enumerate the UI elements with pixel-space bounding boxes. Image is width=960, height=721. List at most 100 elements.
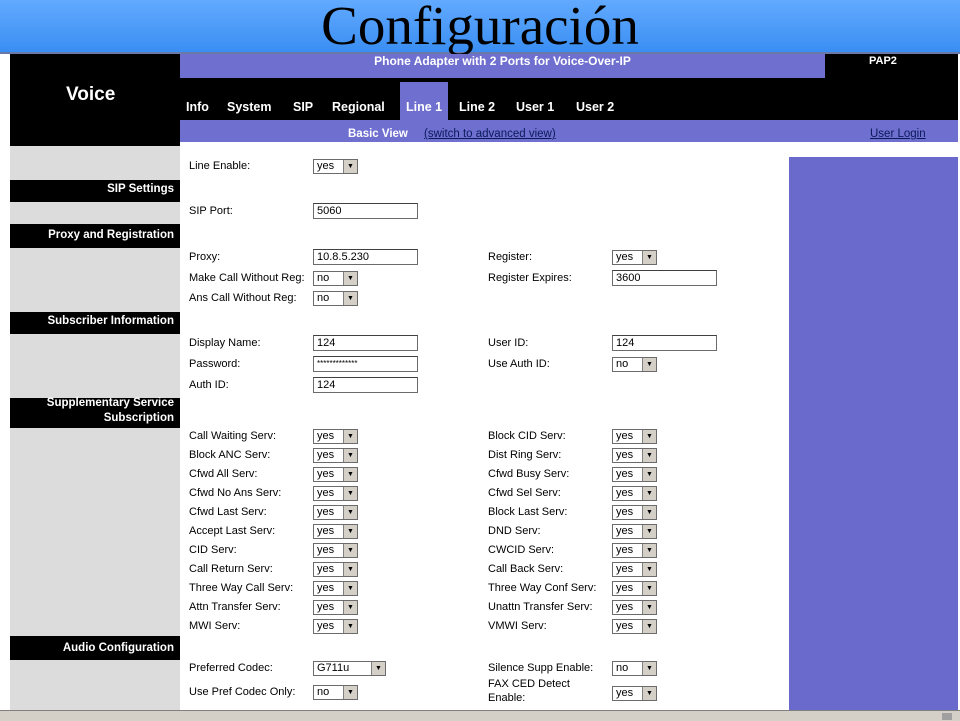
service-value: yes	[317, 430, 335, 442]
dropdown-arrow-icon: ▼	[343, 544, 357, 557]
service-label: Dist Ring Serv:	[488, 449, 562, 461]
make-call-without-reg-select[interactable]: no ▼	[313, 271, 358, 286]
section-audio-configuration: Audio Configuration	[62, 642, 174, 654]
preferred-codec-value: G711u	[317, 662, 350, 674]
service-select[interactable]: yes ▼	[612, 467, 657, 482]
service-select[interactable]: yes ▼	[612, 448, 657, 463]
dropdown-arrow-icon: ▼	[343, 563, 357, 576]
use-pref-codec-only-select[interactable]: no ▼	[313, 685, 358, 700]
tab-system[interactable]: System	[227, 100, 271, 114]
proxy-input[interactable]: 10.8.5.230	[313, 249, 418, 265]
ans-call-without-reg-label: Ans Call Without Reg:	[189, 292, 297, 304]
tab-regional[interactable]: Regional	[332, 100, 385, 114]
service-select[interactable]: yes ▼	[313, 543, 358, 558]
dropdown-arrow-icon: ▼	[343, 449, 357, 462]
display-name-label: Display Name:	[189, 337, 261, 349]
service-label: MWI Serv:	[189, 620, 241, 632]
service-select[interactable]: yes ▼	[612, 524, 657, 539]
service-label: Call Back Serv:	[488, 563, 564, 575]
ans-call-without-reg-select[interactable]: no ▼	[313, 291, 358, 306]
tab-line-1[interactable]: Line 1	[400, 82, 449, 120]
service-label: Call Return Serv:	[189, 563, 273, 575]
service-select[interactable]: yes ▼	[612, 619, 657, 634]
service-select[interactable]: yes ▼	[612, 543, 657, 558]
service-label: Block ANC Serv:	[189, 449, 271, 461]
service-value: yes	[616, 487, 634, 499]
service-label: CWCID Serv:	[488, 544, 554, 556]
user-login-link[interactable]: User Login	[870, 126, 926, 142]
tab-user-2[interactable]: User 2	[576, 100, 614, 114]
service-value: yes	[317, 506, 335, 518]
auth-id-input[interactable]: 124	[313, 377, 418, 393]
dropdown-arrow-icon: ▼	[642, 468, 656, 481]
service-select[interactable]: yes ▼	[313, 600, 358, 615]
make-call-without-reg-label: Make Call Without Reg:	[189, 272, 305, 284]
slide-title-bar: Configuración	[0, 0, 960, 56]
tab-line-2[interactable]: Line 2	[459, 100, 495, 114]
sidebar-spacer	[10, 660, 180, 710]
service-select[interactable]: yes ▼	[612, 429, 657, 444]
service-select[interactable]: yes ▼	[313, 429, 358, 444]
brand-block: Voice	[10, 54, 180, 140]
proxy-label: Proxy:	[189, 251, 221, 263]
service-select[interactable]: yes ▼	[313, 467, 358, 482]
fax-ced-detect-select[interactable]: yes ▼	[612, 686, 657, 701]
make-call-without-reg-value: no	[317, 272, 330, 284]
tab-sip[interactable]: SIP	[293, 100, 313, 114]
display-name-input[interactable]: 124	[313, 335, 418, 351]
section-supplementary-service: Supplementary Service	[46, 397, 174, 409]
service-label: Cfwd Busy Serv:	[488, 468, 570, 480]
switch-advanced-view-link[interactable]: (switch to advanced view)	[424, 126, 556, 142]
service-label: Unattn Transfer Serv:	[488, 601, 593, 613]
dropdown-arrow-icon: ▼	[343, 272, 357, 285]
service-label: Cfwd No Ans Serv:	[189, 487, 282, 499]
service-label: Cfwd Last Serv:	[189, 506, 267, 518]
sip-port-input[interactable]: 5060	[313, 203, 418, 219]
scrollbar-thumb[interactable]	[942, 713, 952, 720]
ans-call-without-reg-value: no	[317, 292, 330, 304]
service-select[interactable]: yes ▼	[313, 448, 358, 463]
basic-view-label: Basic View	[348, 128, 408, 140]
dropdown-arrow-icon: ▼	[642, 544, 656, 557]
horizontal-scrollbar[interactable]	[0, 710, 960, 721]
silence-supp-enable-select[interactable]: no ▼	[612, 661, 657, 676]
service-value: yes	[616, 582, 634, 594]
service-select[interactable]: yes ▼	[612, 581, 657, 596]
sidebar-spacer	[10, 146, 180, 180]
service-select[interactable]: yes ▼	[313, 581, 358, 596]
service-select[interactable]: yes ▼	[612, 505, 657, 520]
service-select[interactable]: yes ▼	[313, 562, 358, 577]
register-select[interactable]: yes ▼	[612, 250, 657, 265]
service-select[interactable]: yes ▼	[313, 619, 358, 634]
service-select[interactable]: yes ▼	[612, 600, 657, 615]
dropdown-arrow-icon: ▼	[371, 662, 385, 675]
use-auth-id-select[interactable]: no ▼	[612, 357, 657, 372]
service-select[interactable]: yes ▼	[612, 486, 657, 501]
tab-info[interactable]: Info	[186, 100, 209, 114]
service-select[interactable]: yes ▼	[313, 486, 358, 501]
service-value: yes	[317, 525, 335, 537]
service-label: Cfwd Sel Serv:	[488, 487, 561, 499]
service-value: yes	[317, 468, 335, 480]
service-select[interactable]: yes ▼	[313, 524, 358, 539]
service-select[interactable]: yes ▼	[612, 562, 657, 577]
section-proxy-registration: Proxy and Registration	[48, 229, 174, 241]
service-label: DND Serv:	[488, 525, 541, 537]
tab-user-1[interactable]: User 1	[516, 100, 554, 114]
use-auth-id-value: no	[616, 358, 629, 370]
register-expires-input[interactable]: 3600	[612, 270, 717, 286]
dropdown-arrow-icon: ▼	[642, 358, 656, 371]
silence-supp-enable-label: Silence Supp Enable:	[488, 662, 594, 674]
preferred-codec-select[interactable]: G711u ▼	[313, 661, 386, 676]
service-select[interactable]: yes ▼	[313, 505, 358, 520]
service-value: yes	[317, 601, 335, 613]
dropdown-arrow-icon: ▼	[642, 582, 656, 595]
section-subscription: Subscription	[103, 412, 174, 424]
user-id-input[interactable]: 124	[612, 335, 717, 351]
dropdown-arrow-icon: ▼	[642, 525, 656, 538]
dropdown-arrow-icon: ▼	[642, 487, 656, 500]
use-auth-id-label: Use Auth ID:	[488, 358, 550, 370]
router-config-page: Voice Phone Adapter with 2 Ports for Voi…	[10, 54, 958, 710]
password-input[interactable]: *************	[313, 356, 418, 372]
line-enable-select[interactable]: yes ▼	[313, 159, 358, 174]
